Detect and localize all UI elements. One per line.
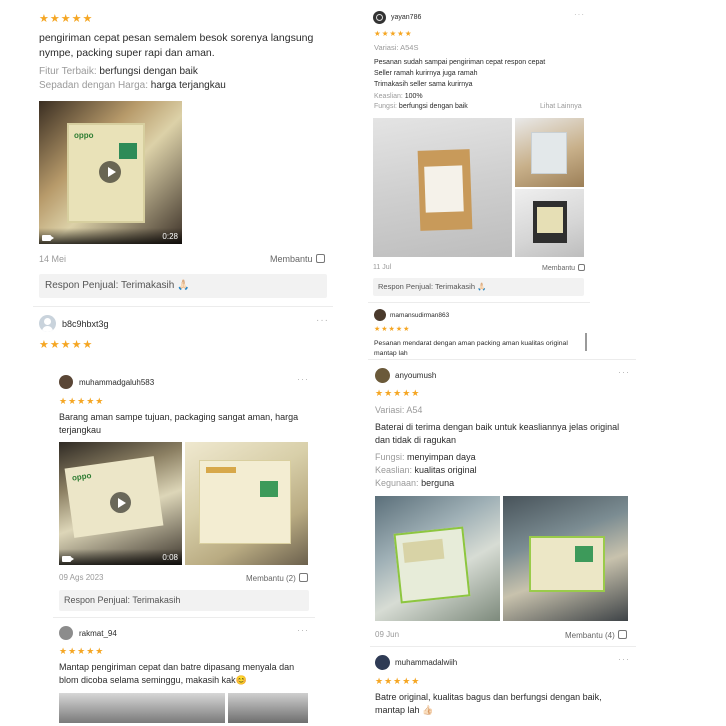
scrollbar[interactable] xyxy=(585,333,587,351)
rating-stars: ★★★★★ xyxy=(375,388,421,398)
avatar[interactable] xyxy=(375,655,390,670)
review-text: Mantap pengiriman cepat dan batre dipasa… xyxy=(59,662,295,685)
username[interactable]: yayan786 xyxy=(391,14,421,21)
video-camera-icon xyxy=(62,556,74,562)
review-attribute: Keaslian: kualitas original xyxy=(375,465,477,475)
helpful-button[interactable]: Membantu (2) xyxy=(246,573,308,583)
review-text: Batre original, kualitas bagus dan berfu… xyxy=(375,692,602,715)
review-photo[interactable] xyxy=(503,496,628,621)
review-attribute: Kegunaan: berguna xyxy=(375,478,455,488)
helpful-button[interactable]: Membantu xyxy=(542,264,586,272)
avatar[interactable] xyxy=(39,315,56,332)
more-options-icon[interactable]: ··· xyxy=(297,625,309,635)
rating-stars: ★★★★★ xyxy=(59,396,105,406)
username[interactable]: anyoumush xyxy=(395,371,436,380)
divider xyxy=(33,306,333,307)
thumbs-up-icon xyxy=(315,254,325,263)
video-bar: 0:08 xyxy=(59,549,182,565)
more-options-icon[interactable]: ··· xyxy=(297,374,309,384)
review-photo[interactable] xyxy=(515,118,584,187)
more-options-icon[interactable]: ··· xyxy=(574,10,585,19)
more-options-icon[interactable]: ··· xyxy=(618,367,630,377)
thumbs-up-icon xyxy=(298,573,308,582)
battery-image xyxy=(393,526,471,604)
username[interactable]: rakmat_94 xyxy=(79,629,117,638)
review-attribute: Fungsi: berfungsi dengan baik xyxy=(374,103,468,110)
avatar[interactable] xyxy=(375,368,390,383)
review-photo[interactable] xyxy=(185,442,308,565)
seller-response: Respon Penjual: Terimakasih 🙏🏻 xyxy=(39,274,327,298)
username[interactable]: b8c9hbxt3g xyxy=(62,319,109,329)
avatar[interactable] xyxy=(374,309,386,321)
review-text: Pesanan mendarat dengan aman packing ama… xyxy=(374,340,568,357)
review-attribute: Fungsi: menyimpan daya xyxy=(375,452,476,462)
review-date: 09 Ags 2023 xyxy=(59,573,104,582)
review-date: 11 Jul xyxy=(373,264,392,271)
thumbs-up-icon xyxy=(617,630,627,639)
variant-label: Variasi: A54 xyxy=(375,405,423,415)
rating-stars: ★★★★★ xyxy=(39,339,94,351)
video-camera-icon xyxy=(42,235,54,241)
thumbs-up-icon xyxy=(578,264,586,271)
review-photo[interactable] xyxy=(373,118,512,257)
review-photo[interactable] xyxy=(59,693,225,723)
review-text: Pesanan sudah sampai pengiriman cepat re… xyxy=(374,59,546,88)
username[interactable]: muhammadgaluh583 xyxy=(79,378,154,387)
helpful-button[interactable]: Membantu xyxy=(270,254,325,264)
play-icon[interactable] xyxy=(99,161,121,183)
avatar[interactable] xyxy=(59,626,73,640)
more-options-icon[interactable]: ··· xyxy=(618,654,630,664)
see-more-link[interactable]: Lihat Lainnya xyxy=(540,103,582,110)
variant-label: Variasi: A54S xyxy=(374,43,419,52)
username[interactable]: mamansudirman863 xyxy=(390,312,449,319)
username[interactable]: muhammadalwiih xyxy=(395,658,457,667)
divider xyxy=(368,359,636,360)
package-image xyxy=(417,149,473,231)
battery-image xyxy=(529,536,605,592)
review-text: Baterai di terima dengan baik untuk keas… xyxy=(375,422,620,445)
rating-stars: ★★★★★ xyxy=(39,13,94,25)
review-date: 14 Mei xyxy=(39,254,67,264)
battery-image xyxy=(199,460,291,544)
review-video-thumbnail[interactable]: oppo 0:08 xyxy=(59,442,182,565)
divider xyxy=(53,617,315,618)
review-video-thumbnail[interactable]: oppo 0:28 xyxy=(39,101,182,244)
rating-stars: ★★★★★ xyxy=(375,676,421,686)
review-date: 09 Jun xyxy=(375,630,400,639)
rating-stars: ★★★★★ xyxy=(59,646,105,656)
play-icon[interactable] xyxy=(110,492,131,513)
review-text: Barang aman sampe tujuan, packaging sang… xyxy=(59,412,299,435)
divider xyxy=(368,302,590,303)
more-options-icon[interactable]: ··· xyxy=(316,315,329,326)
video-duration: 0:28 xyxy=(162,232,178,241)
avatar[interactable] xyxy=(59,375,73,389)
review-attribute: Keaslian: 100% xyxy=(374,93,423,100)
divider xyxy=(370,646,636,647)
seller-response: Respon Penjual: Terimakasih xyxy=(59,590,309,611)
review-text: pengiriman cepat pesan semalem besok sor… xyxy=(39,32,314,59)
review-photo[interactable] xyxy=(375,496,500,621)
rating-stars: ★★★★★ xyxy=(374,29,413,38)
helpful-button[interactable]: Membantu (4) xyxy=(565,630,627,640)
review-attribute: Fitur Terbaik: berfungsi dengan baik xyxy=(39,66,198,77)
review-attribute: Sepadan dengan Harga: harga terjangkau xyxy=(39,80,226,91)
review-photo[interactable] xyxy=(228,693,308,723)
video-bar: 0:28 xyxy=(39,228,182,244)
rating-stars: ★★★★★ xyxy=(374,326,411,333)
video-duration: 0:08 xyxy=(162,553,178,562)
seller-response: Respon Penjual: Terimakasih 🙏🏻 xyxy=(373,278,584,296)
review-photo[interactable] xyxy=(515,189,584,257)
avatar[interactable] xyxy=(373,11,386,24)
